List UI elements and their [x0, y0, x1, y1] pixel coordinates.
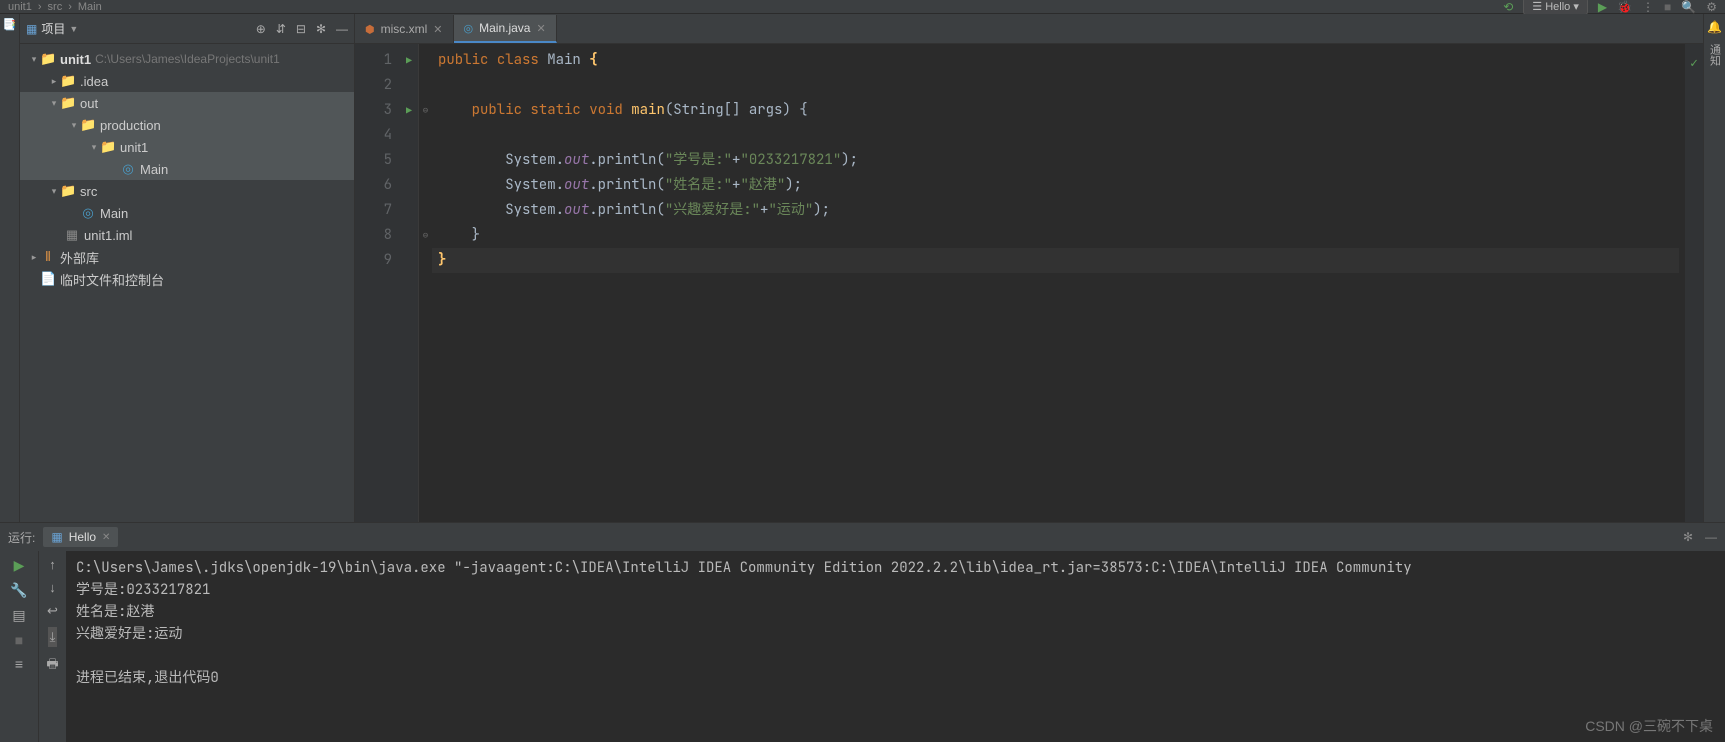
console-output[interactable]: C:\Users\James\.jdks\openjdk-19\bin\java… — [66, 551, 1725, 742]
code-editor[interactable]: 123456789 ▶ ▶ ⊖ ⊖ public class Main { pu… — [355, 44, 1703, 522]
run-toolbar-secondary: ↑ ↓ ↩ ⤓ 🖶 — [38, 551, 66, 742]
rerun-icon[interactable]: ▶ — [14, 557, 25, 574]
class-icon: ◎ — [80, 205, 96, 221]
gear-icon[interactable]: ⚙ — [1706, 0, 1717, 14]
tree-root[interactable]: ▾📁 unit1 C:\Users\James\IdeaProjects\uni… — [20, 48, 354, 70]
gear-icon[interactable]: ✻ — [316, 22, 326, 36]
xml-icon: ⬢ — [365, 23, 375, 36]
console-line: 进程已结束,退出代码0 — [76, 669, 219, 687]
tree-src-folder[interactable]: ▾📁 src — [20, 180, 354, 202]
collapse-icon[interactable]: ⊟ — [296, 22, 306, 36]
down-icon[interactable]: ↓ — [49, 580, 56, 595]
tab-main-java[interactable]: ◎ Main.java ✕ — [454, 15, 557, 43]
inspection-stripe: ✓ — [1685, 44, 1703, 522]
run-line-icon[interactable]: ▶ — [400, 98, 418, 123]
breadcrumb-item[interactable]: unit1 — [8, 1, 32, 13]
tree-main-src[interactable]: ◎ Main — [20, 202, 354, 224]
close-icon[interactable]: ✕ — [102, 532, 110, 543]
folder-icon: 📁 — [60, 73, 76, 89]
close-icon[interactable]: ✕ — [536, 22, 545, 35]
wrap-icon[interactable]: ↩ — [47, 603, 58, 619]
stop-icon[interactable]: ■ — [15, 632, 23, 648]
editor-tabs: ⬢ misc.xml ✕ ◎ Main.java ✕ — [355, 14, 1703, 44]
wrench-icon[interactable]: 🔧 — [10, 582, 27, 599]
gear-icon[interactable]: ✻ — [1683, 530, 1693, 544]
project-tool-tab[interactable]: 📑 — [3, 18, 16, 31]
hide-icon[interactable]: — — [336, 22, 348, 36]
dropdown-icon[interactable]: ▼ — [69, 24, 78, 34]
tree-main-compiled[interactable]: ◎ Main — [20, 158, 354, 180]
library-icon: ⫴ — [40, 249, 56, 265]
run-icon[interactable]: ▶ — [1598, 0, 1607, 14]
class-icon: ◎ — [464, 22, 474, 35]
tree-production-folder[interactable]: ▾📁 production — [20, 114, 354, 136]
run-config-selector[interactable]: ☰ Hello ▾ — [1523, 0, 1588, 15]
run-panel-title: 运行: — [8, 529, 35, 546]
console-line: 姓名是:赵港 — [76, 603, 154, 621]
run-tool-window: 运行: ▦ Hello ✕ ✻ — ▶ 🔧 ▤ ■ ≡ ↑ ↓ ↩ ⤓ 🖶 C:… — [0, 522, 1725, 742]
more-icon[interactable]: ≡ — [15, 656, 23, 672]
search-icon[interactable]: 🔍 — [1681, 0, 1696, 14]
notifications-icon[interactable]: 🔔 — [1707, 20, 1722, 34]
locate-icon[interactable]: ⊕ — [256, 22, 266, 36]
folder-icon: 📁 — [60, 183, 76, 199]
fold-icon[interactable]: ⊖ — [419, 223, 432, 248]
fold-gutter: ⊖ ⊖ — [418, 44, 432, 522]
expand-icon[interactable]: ⇵ — [276, 22, 286, 36]
layout-icon[interactable]: ▤ — [12, 607, 25, 624]
stop-icon[interactable]: ■ — [1664, 0, 1671, 14]
scroll-icon[interactable]: ⤓ — [48, 627, 58, 647]
fold-icon[interactable]: ⊖ — [419, 98, 432, 123]
hide-icon[interactable]: — — [1705, 530, 1717, 544]
scratch-icon: 📄 — [40, 271, 56, 287]
folder-icon: 📁 — [60, 95, 76, 111]
code-content[interactable]: public class Main { public static void m… — [432, 44, 1685, 522]
up-icon[interactable]: ↑ — [49, 557, 56, 572]
breadcrumb: unit1 › src › Main — [8, 1, 102, 13]
right-tool-stripe: 🔔 通知 — [1703, 14, 1725, 522]
top-toolbar: unit1 › src › Main ⟲ ☰ Hello ▾ ▶ 🐞 ⋮ ■ 🔍… — [0, 0, 1725, 14]
tab-misc-xml[interactable]: ⬢ misc.xml ✕ — [355, 15, 454, 43]
folder-icon: 📁 — [80, 117, 96, 133]
sync-icon[interactable]: ⟲ — [1503, 0, 1513, 14]
console-line: 兴趣爱好是:运动 — [76, 625, 182, 643]
tree-scratches[interactable]: 📄 临时文件和控制台 — [20, 268, 354, 290]
folder-icon: 📁 — [40, 51, 56, 67]
run-dots-icon[interactable]: ⋮ — [1642, 0, 1654, 14]
iml-icon: ▦ — [64, 227, 80, 243]
breadcrumb-item[interactable]: src — [48, 1, 63, 13]
app-icon: ▦ — [51, 530, 62, 544]
run-gutter: ▶ ▶ — [400, 44, 418, 522]
notifications-label[interactable]: 通知 — [1707, 44, 1723, 66]
console-line: 学号是:0233217821 — [76, 581, 210, 599]
tree-unit1-folder[interactable]: ▾📁 unit1 — [20, 136, 354, 158]
run-line-icon[interactable]: ▶ — [400, 48, 418, 73]
breadcrumb-item[interactable]: Main — [78, 1, 102, 13]
project-sidebar: ▦ 项目 ▼ ⊕ ⇵ ⊟ ✻ — ▾📁 unit1 C:\Users\James… — [20, 14, 355, 522]
debug-icon[interactable]: 🐞 — [1617, 0, 1632, 14]
print-icon[interactable]: 🖶 — [46, 655, 58, 677]
left-tool-stripe: 📑 — [0, 14, 20, 522]
run-tab[interactable]: ▦ Hello ✕ — [43, 527, 118, 547]
project-tree: ▾📁 unit1 C:\Users\James\IdeaProjects\uni… — [20, 44, 354, 522]
folder-icon: 📁 — [100, 139, 116, 155]
tree-libraries[interactable]: ▸⫴ 外部库 — [20, 246, 354, 268]
run-toolbar-primary: ▶ 🔧 ▤ ■ ≡ — [0, 551, 38, 742]
check-icon[interactable]: ✓ — [1685, 50, 1703, 75]
sidebar-title[interactable]: 项目 — [41, 20, 65, 37]
line-numbers: 123456789 — [355, 44, 400, 522]
class-icon: ◎ — [120, 161, 136, 177]
tree-idea-folder[interactable]: ▸📁 .idea — [20, 70, 354, 92]
close-icon[interactable]: ✕ — [433, 23, 442, 36]
tree-iml-file[interactable]: ▦ unit1.iml — [20, 224, 354, 246]
tree-out-folder[interactable]: ▾📁 out — [20, 92, 354, 114]
console-line: C:\Users\James\.jdks\openjdk-19\bin\java… — [76, 559, 1412, 577]
watermark: CSDN @三碗不下桌 — [1585, 716, 1713, 736]
project-view-icon: ▦ — [26, 22, 37, 36]
